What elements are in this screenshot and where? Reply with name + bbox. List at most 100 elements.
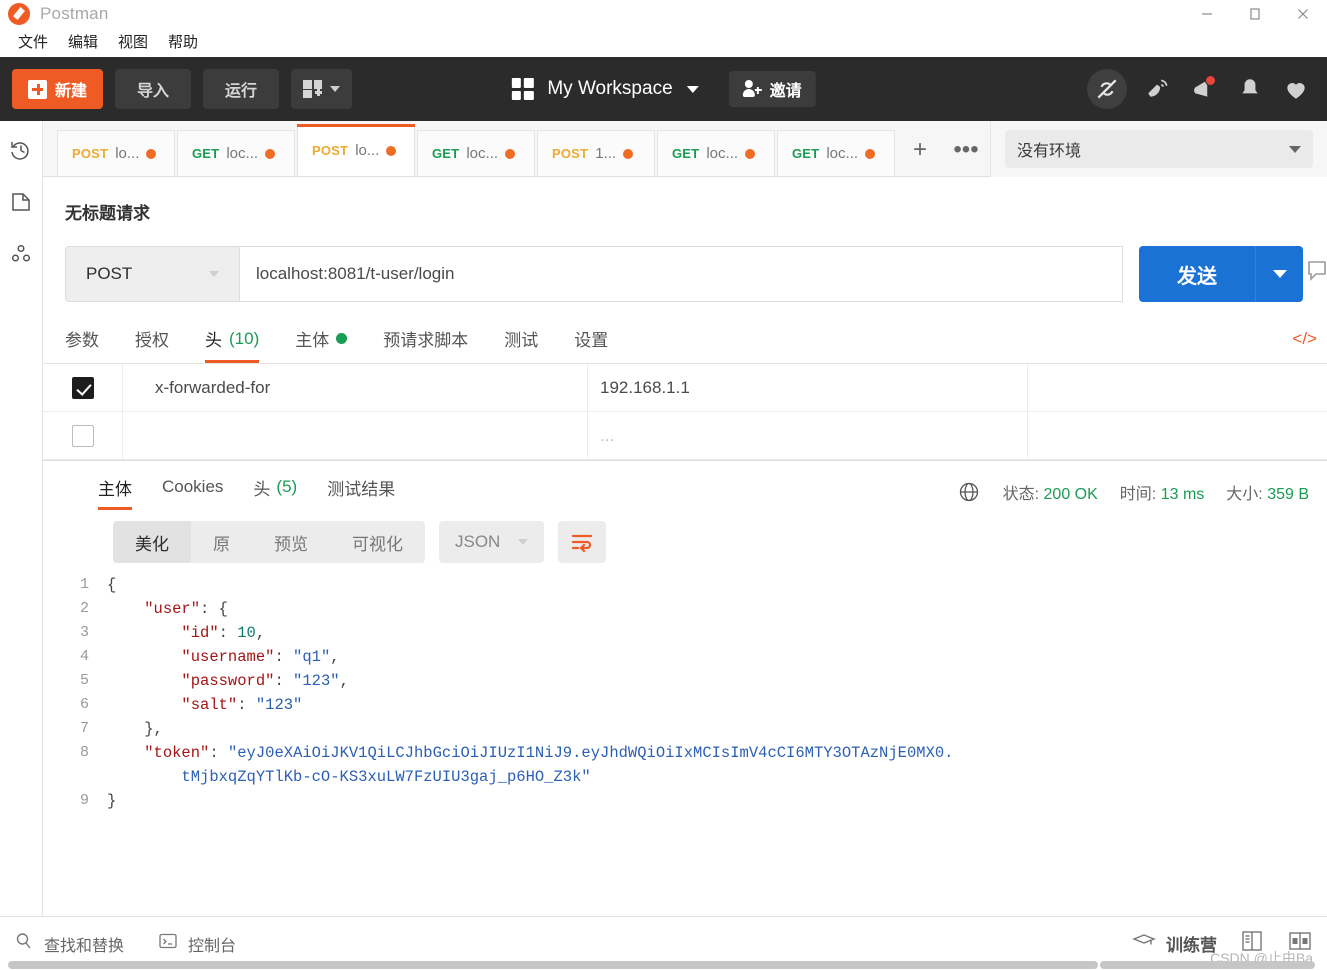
- menu-item-view[interactable]: 视图: [110, 33, 156, 52]
- close-icon[interactable]: [1279, 0, 1327, 28]
- horizontal-scrollbar[interactable]: [0, 961, 1327, 970]
- response-pane: 主体 Cookies 头 (5) 测试结果 状态: 200 OK 时间: 13 …: [43, 460, 1327, 916]
- response-tab-cookies[interactable]: Cookies: [162, 477, 223, 507]
- response-tab-test-results[interactable]: 测试结果: [327, 475, 395, 510]
- response-viewbar: 美化 原 预览 可视化 JSON: [43, 511, 1327, 563]
- method-value: POST: [86, 264, 133, 283]
- new-tab-dropdown-button[interactable]: [291, 69, 353, 109]
- runner-button[interactable]: 运行: [203, 69, 280, 109]
- tab-label: loc...: [706, 145, 739, 162]
- word-wrap-button[interactable]: [558, 521, 607, 563]
- tab-pre-request-script-label: 预请求脚本: [383, 331, 469, 350]
- globe-icon[interactable]: [957, 480, 981, 504]
- tab-tests[interactable]: 测试: [504, 326, 538, 363]
- apis-icon[interactable]: [8, 241, 34, 267]
- response-tab-headers[interactable]: 头 (5): [253, 475, 297, 510]
- header-enabled-checkbox[interactable]: [71, 424, 94, 447]
- workspace-switcher[interactable]: My Workspace 邀请: [511, 71, 816, 107]
- response-tab-body[interactable]: 主体: [98, 475, 132, 510]
- sync-off-icon[interactable]: [1087, 69, 1127, 109]
- header-enabled-checkbox-cell: [43, 411, 123, 460]
- request-tab-2[interactable]: GET loc...: [177, 130, 295, 176]
- tab-headers-count: (10): [229, 328, 260, 348]
- request-tab-6[interactable]: GET loc...: [657, 130, 775, 176]
- view-mode-preview[interactable]: 预览: [252, 521, 330, 563]
- graduation-cap-icon: [1132, 931, 1156, 956]
- satellite-icon[interactable]: [1143, 74, 1173, 104]
- url-input[interactable]: localhost:8081/t-user/login: [239, 246, 1123, 302]
- minimize-icon[interactable]: [1183, 0, 1231, 28]
- view-mode-raw[interactable]: 原: [191, 521, 252, 563]
- person-add-icon: [742, 80, 762, 98]
- environment-select[interactable]: 没有环境: [1005, 130, 1313, 168]
- menu-item-edit[interactable]: 编辑: [60, 33, 106, 52]
- menu-item-file[interactable]: 文件: [10, 33, 56, 52]
- chevron-down-icon: [518, 539, 529, 545]
- tab-headers[interactable]: 头 (10): [205, 326, 260, 363]
- response-body-viewer[interactable]: 12345678 9 { "user": { "id": 10, "userna…: [43, 563, 1327, 916]
- request-tab-5[interactable]: POST 1...: [537, 130, 655, 176]
- toolbar-right-icons: [1087, 69, 1315, 109]
- header-value-cell[interactable]: ...: [588, 411, 1028, 460]
- method-select[interactable]: POST: [65, 246, 239, 302]
- tab-authorization[interactable]: 授权: [135, 326, 169, 363]
- response-format-select[interactable]: JSON: [439, 521, 545, 563]
- import-button[interactable]: 导入: [115, 69, 192, 109]
- invite-button[interactable]: 邀请: [728, 71, 816, 107]
- environment-selected-label: 没有环境: [1017, 143, 1082, 160]
- tab-settings[interactable]: 设置: [574, 326, 608, 363]
- tab-params[interactable]: 参数: [65, 326, 99, 363]
- header-key-cell[interactable]: x-forwarded-for: [123, 363, 588, 412]
- time-value: 13 ms: [1160, 486, 1205, 503]
- stack-plus-icon: [303, 80, 323, 98]
- window-titlebar: Postman: [0, 0, 1327, 28]
- new-tab-button[interactable]: +: [897, 127, 943, 173]
- tab-body-label: 主体: [295, 331, 330, 350]
- request-pane: 无标题请求 POST localhost:8081/t-user/login 发…: [43, 177, 1327, 460]
- tab-options-button[interactable]: •••: [943, 127, 989, 173]
- bell-icon[interactable]: [1235, 74, 1265, 104]
- header-enabled-checkbox[interactable]: [71, 376, 94, 399]
- header-key-cell[interactable]: [123, 411, 588, 460]
- maximize-icon[interactable]: [1231, 0, 1279, 28]
- window-title: Postman: [40, 4, 109, 23]
- header-description-cell[interactable]: [1028, 412, 1327, 460]
- header-description-cell[interactable]: [1028, 364, 1327, 412]
- request-tab-1[interactable]: POST lo...: [57, 130, 175, 176]
- tab-pre-request-script[interactable]: 预请求脚本: [383, 326, 468, 363]
- response-body-code[interactable]: { "user": { "id": 10, "username": "q1", …: [103, 571, 1327, 916]
- terminal-icon: [158, 931, 178, 956]
- menu-item-help[interactable]: 帮助: [160, 33, 206, 52]
- send-options-button[interactable]: [1255, 246, 1303, 302]
- new-button-label: 新建: [55, 83, 88, 100]
- new-button[interactable]: 新建: [12, 69, 104, 109]
- megaphone-icon[interactable]: [1189, 74, 1219, 104]
- find-and-replace-button[interactable]: 查找和替换: [14, 931, 124, 956]
- tab-tests-label: 测试: [504, 331, 539, 350]
- request-tab-3-active[interactable]: POST lo...: [297, 124, 415, 176]
- table-row[interactable]: ...: [43, 411, 1327, 460]
- view-mode-pretty[interactable]: 美化: [113, 521, 191, 563]
- history-icon[interactable]: [8, 137, 34, 163]
- heart-icon[interactable]: [1281, 74, 1311, 104]
- send-button[interactable]: 发送: [1139, 246, 1255, 302]
- chevron-down-icon: [1289, 145, 1301, 153]
- request-tab-7[interactable]: GET loc...: [777, 130, 895, 176]
- request-tab-4[interactable]: GET loc...: [417, 130, 535, 176]
- code-snippet-icon[interactable]: </>: [1292, 329, 1317, 349]
- header-value-cell[interactable]: 192.168.1.1: [588, 363, 1028, 412]
- comments-sidebar-icon[interactable]: [1307, 259, 1327, 285]
- collections-icon[interactable]: [8, 189, 34, 215]
- import-button-label: 导入: [137, 83, 170, 100]
- response-tab-cookies-label: Cookies: [162, 477, 224, 496]
- console-button[interactable]: 控制台: [158, 931, 236, 956]
- unsaved-dot-icon: [623, 148, 634, 159]
- plus-icon: [28, 79, 47, 99]
- body-present-dot-icon: [336, 333, 348, 344]
- view-mode-visualize[interactable]: 可视化: [330, 521, 425, 563]
- tab-body[interactable]: 主体: [295, 326, 348, 363]
- table-row[interactable]: x-forwarded-for 192.168.1.1: [43, 363, 1327, 412]
- runner-button-label: 运行: [225, 83, 258, 100]
- bootcamp-button[interactable]: 训练营: [1132, 931, 1217, 956]
- status-label: 状态:: [1002, 486, 1040, 503]
